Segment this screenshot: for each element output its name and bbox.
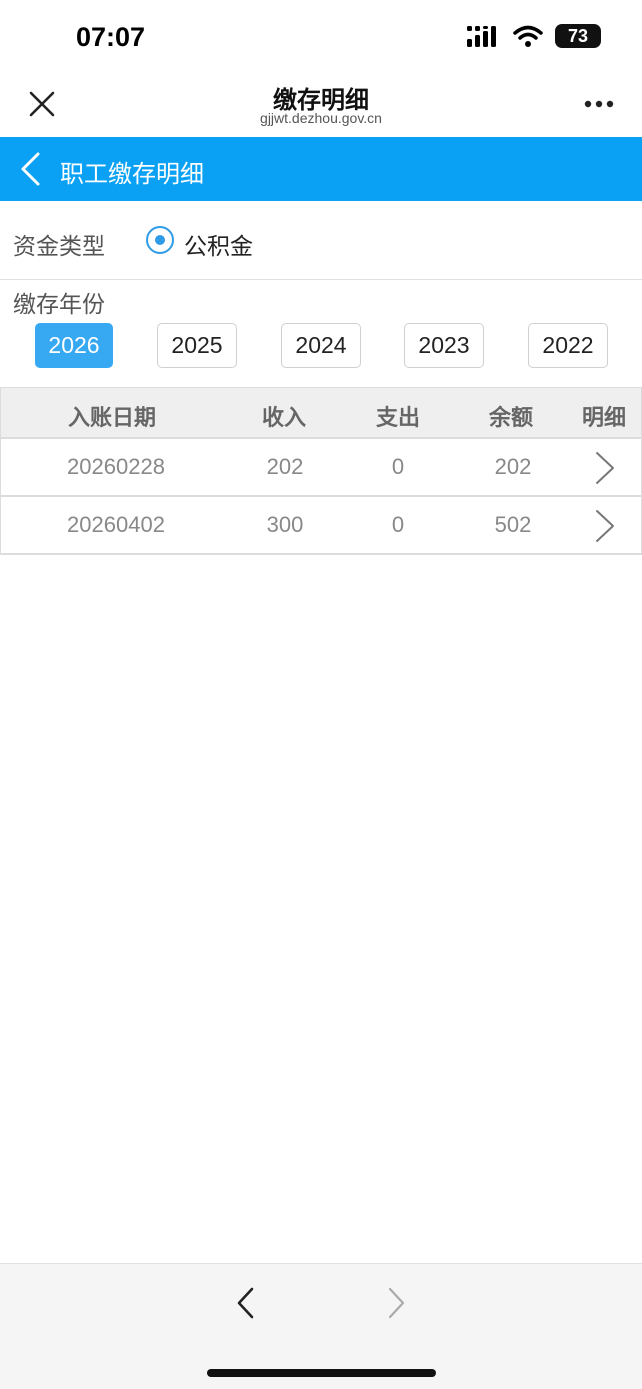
column-header-income: 收入 <box>262 406 307 431</box>
year-button-2023[interactable]: 2023 <box>404 323 484 368</box>
table-row[interactable]: 20260228 202 0 202 <box>0 439 642 497</box>
battery-icon: 73 <box>555 24 601 48</box>
year-button-2024[interactable]: 2024 <box>281 323 361 368</box>
browser-back-icon[interactable] <box>234 1286 258 1320</box>
column-header-expense: 支出 <box>376 406 421 431</box>
cell-date: 20260402 <box>67 512 165 537</box>
cell-date: 20260228 <box>67 454 165 479</box>
year-label: 缴存年份 <box>13 292 105 318</box>
battery-indicator: 73 <box>555 24 601 48</box>
page-domain: gjjwt.dezhou.gov.cn <box>260 110 382 126</box>
column-header-detail: 明细 <box>582 406 627 431</box>
chevron-right-icon[interactable] <box>593 509 617 543</box>
cell-expense: 0 <box>391 454 405 479</box>
status-time: 07:07 <box>76 22 146 52</box>
nav-bar: 缴存明细 gjjwt.dezhou.gov.cn <box>0 76 642 136</box>
year-button-2026[interactable]: 2026 <box>35 323 113 368</box>
wifi-icon <box>513 25 543 47</box>
chevron-right-icon[interactable] <box>593 451 617 485</box>
column-header-date: 入账日期 <box>68 406 157 431</box>
fund-type-label: 资金类型 <box>13 234 105 260</box>
table-row[interactable]: 20260402 300 0 502 <box>0 497 642 555</box>
year-button-2022[interactable]: 2022 <box>528 323 608 368</box>
status-bar: 07:07 73 <box>0 0 642 76</box>
section-header: 职工缴存明细 <box>0 137 642 201</box>
table-header: 入账日期 收入 支出 余额 明细 <box>0 387 642 439</box>
fund-type-option[interactable]: 公积金 <box>184 227 253 261</box>
home-indicator <box>207 1369 436 1377</box>
screen: 07:07 73 缴存明细 gjjwt.dezhou.gov.cn 职工缴存明细… <box>0 0 642 1389</box>
section-title: 职工缴存明细 <box>60 160 204 188</box>
cell-balance: 502 <box>494 512 532 537</box>
column-header-balance: 余额 <box>489 406 534 431</box>
browser-forward-icon[interactable] <box>384 1286 408 1320</box>
back-icon[interactable] <box>18 151 42 187</box>
cell-income: 300 <box>266 512 304 537</box>
cellular-signal-icon <box>467 26 496 47</box>
fund-type-row: 资金类型 公积金 <box>0 201 642 280</box>
cell-income: 202 <box>266 454 304 479</box>
more-icon[interactable] <box>584 100 614 108</box>
cell-balance: 202 <box>494 454 532 479</box>
status-icons: 73 <box>467 24 601 48</box>
cell-expense: 0 <box>391 512 405 537</box>
fund-type-radio[interactable] <box>146 226 174 254</box>
year-button-2025[interactable]: 2025 <box>157 323 237 368</box>
deposit-table: 入账日期 收入 支出 余额 明细 20260228 202 0 202 2026… <box>0 387 642 555</box>
